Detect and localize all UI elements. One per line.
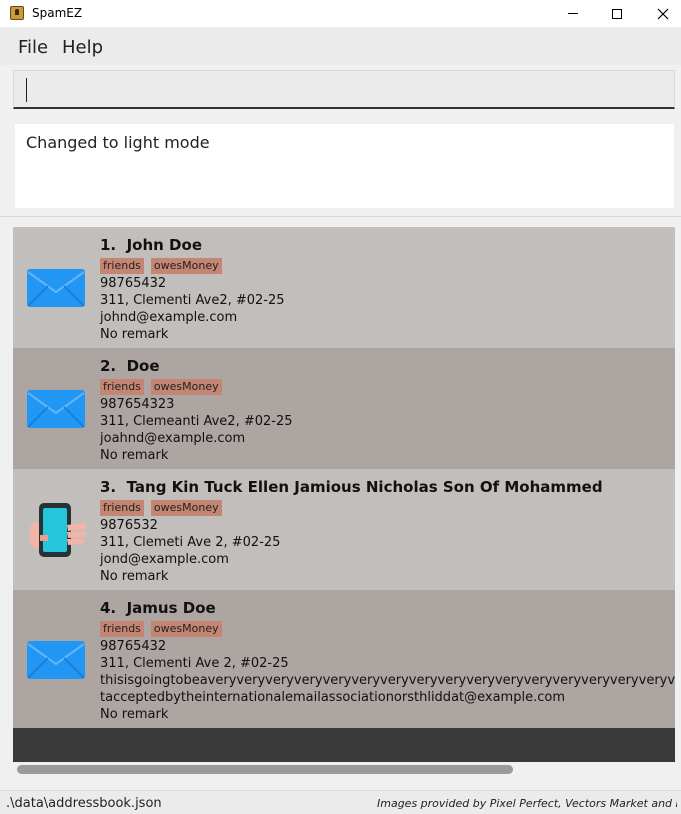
person-address: 311, Clementi Ave2, #02-25 <box>100 293 285 308</box>
close-button[interactable] <box>640 0 681 27</box>
tag: friends <box>100 258 144 274</box>
person-name-text: Jamus Doe <box>126 599 216 617</box>
envelope-icon <box>27 269 85 307</box>
text-caret <box>26 78 27 102</box>
person-email: johnd@example.com <box>100 310 238 325</box>
person-name: 2. Doe <box>100 357 160 375</box>
person-name-text: John Doe <box>126 236 202 254</box>
person-name: 4. Jamus Doe <box>100 599 216 617</box>
status-bar: .\data\addressbook.json Images provided … <box>0 790 681 814</box>
envelope-icon <box>27 390 85 428</box>
tag: owesMoney <box>150 500 222 516</box>
tag: friends <box>100 379 144 395</box>
window-title: SpamEZ <box>32 6 83 20</box>
person-index: 3. <box>100 478 117 496</box>
tag: owesMoney <box>150 258 222 274</box>
result-message: Changed to light mode <box>26 133 210 152</box>
maximize-icon <box>612 8 622 19</box>
menu-bar: File Help <box>0 27 681 65</box>
divider <box>0 216 681 217</box>
tag: owesMoney <box>150 379 222 395</box>
person-phone: 98765432 <box>100 639 167 654</box>
tag-list: friends owesMoney <box>100 500 222 516</box>
person-list[interactable]: 1. John Doe friends owesMoney 98765432 3… <box>13 227 675 762</box>
tag-list: friends owesMoney <box>100 379 222 395</box>
person-name: 1. John Doe <box>100 236 202 254</box>
image-credits: Images provided by Pixel Perfect, Vector… <box>377 797 677 810</box>
command-input[interactable] <box>13 70 675 109</box>
person-remark: No remark <box>100 569 169 584</box>
tag: owesMoney <box>150 621 222 637</box>
person-card[interactable]: 2. Doe friends owesMoney 987654323 311, … <box>13 348 675 469</box>
close-icon <box>657 8 669 19</box>
phone-in-hand-icon <box>30 503 87 557</box>
title-bar: SpamEZ <box>0 0 681 27</box>
result-display: Changed to light mode <box>15 124 674 208</box>
tag: friends <box>100 621 144 637</box>
person-address: 311, Clementi Ave 2, #02-25 <box>100 656 289 671</box>
menu-file[interactable]: File <box>18 37 48 58</box>
person-address: 311, Clemeanti Ave2, #02-25 <box>100 414 293 429</box>
app-book-icon <box>10 6 24 20</box>
maximize-button[interactable] <box>594 0 640 27</box>
person-email: joahnd@example.com <box>100 431 246 446</box>
person-remark: No remark <box>100 707 169 722</box>
tag-list: friends owesMoney <box>100 258 222 274</box>
tag: friends <box>100 500 144 516</box>
minimize-icon <box>568 13 578 14</box>
person-remark: No remark <box>100 448 169 463</box>
person-phone: 98765432 <box>100 276 167 291</box>
person-card[interactable]: 3. Tang Kin Tuck Ellen Jamious Nicholas … <box>13 469 675 590</box>
person-name-text: Doe <box>126 357 160 375</box>
person-name: 3. Tang Kin Tuck Ellen Jamious Nicholas … <box>100 478 603 496</box>
person-phone: 987654323 <box>100 397 175 412</box>
person-phone: 9876532 <box>100 518 158 533</box>
menu-help[interactable]: Help <box>62 37 103 58</box>
person-card[interactable]: 1. John Doe friends owesMoney 98765432 3… <box>13 227 675 348</box>
scrollbar-thumb[interactable] <box>17 765 513 774</box>
minimize-button[interactable] <box>550 0 596 27</box>
person-remark: No remark <box>100 327 169 342</box>
person-email: jond@example.com <box>100 552 229 567</box>
person-index: 2. <box>100 357 117 375</box>
person-email-line-1: thisisgoingtobeaveryveryveryveryveryvery… <box>100 673 675 688</box>
person-index: 1. <box>100 236 117 254</box>
envelope-icon <box>27 641 85 679</box>
person-card[interactable]: 4. Jamus Doe friends owesMoney 98765432 … <box>13 590 675 728</box>
horizontal-scrollbar[interactable] <box>13 762 675 777</box>
save-location: .\data\addressbook.json <box>6 796 162 811</box>
person-email-line-2: tacceptedbytheinternationalemailassociat… <box>100 690 565 705</box>
person-address: 311, Clemeti Ave 2, #02-25 <box>100 535 281 550</box>
person-name-text: Tang Kin Tuck Ellen Jamious Nicholas Son… <box>126 478 603 496</box>
tag-list: friends owesMoney <box>100 621 222 637</box>
person-index: 4. <box>100 599 117 617</box>
